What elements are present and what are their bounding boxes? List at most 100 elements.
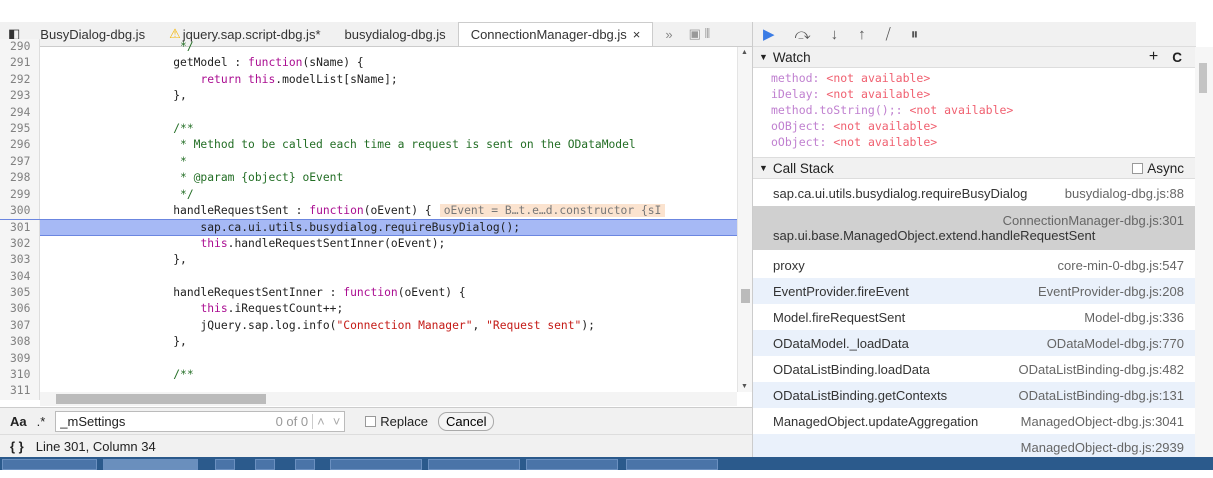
line-number[interactable]: 307 <box>0 317 40 335</box>
next-match-button[interactable]: ˅ <box>329 414 345 429</box>
call-frame[interactable]: sap.ui.base.ManagedObject.extend.handleR… <box>753 206 1196 250</box>
call-stack-header[interactable]: ▼ Call Stack Async <box>753 157 1196 179</box>
execution-line[interactable]: 301 sap.ca.ui.utils.busydialog.requireBu… <box>0 219 737 237</box>
code-line[interactable]: 306 this.iRequestCount++; <box>0 301 737 318</box>
line-number[interactable]: 309 <box>0 350 40 367</box>
frame-location[interactable]: ODataModel-dbg.js:770 <box>1047 336 1184 351</box>
call-frame[interactable]: sap.ca.ui.utils.busydialog.requireBusyDi… <box>753 180 1196 206</box>
cancel-button[interactable]: Cancel <box>438 411 495 431</box>
line-number[interactable]: 291 <box>0 55 40 72</box>
line-number[interactable]: 293 <box>0 88 40 105</box>
step-out-icon[interactable]: ↑ <box>858 26 866 43</box>
line-number[interactable]: 296 <box>0 137 40 154</box>
editor-vertical-scrollbar[interactable]: ▲ ▼ <box>737 47 752 392</box>
regex-toggle[interactable]: .* <box>37 414 46 429</box>
code-line[interactable]: 296 * Method to be called each time a re… <box>0 137 737 154</box>
call-frame[interactable]: Model.fireRequestSent Model-dbg.js:336 <box>753 304 1196 330</box>
pause-on-exceptions-icon[interactable]: ⏸ <box>911 26 919 43</box>
code-line[interactable]: 303 }, <box>0 252 737 269</box>
search-input[interactable]: _mSettings <box>60 414 275 429</box>
frame-location[interactable]: busydialog-dbg.js:88 <box>1065 186 1184 201</box>
code-line[interactable]: 302 this.handleRequestSentInner(oEvent); <box>0 235 737 253</box>
line-number[interactable]: 302 <box>0 235 40 253</box>
match-case-toggle[interactable]: Aa <box>10 414 27 429</box>
sidebar-scrollbar[interactable] <box>1195 47 1213 457</box>
frame-location[interactable]: core-min-0-dbg.js:547 <box>1058 258 1184 273</box>
call-frame[interactable]: ODataListBinding.loadData ODataListBindin… <box>753 356 1196 382</box>
code-line[interactable]: 298 * @param {object} oEvent <box>0 170 737 187</box>
code-text: return this.modelList[sName]; <box>40 73 397 86</box>
code-line[interactable]: 299 */ <box>0 186 737 203</box>
replace-checkbox[interactable]: Replace <box>365 414 428 429</box>
watch-expression[interactable]: oOBject: <not available> <box>771 118 937 134</box>
line-number[interactable]: 294 <box>0 104 40 121</box>
watch-name: method.toString(); <box>771 103 896 117</box>
line-number[interactable]: 304 <box>0 268 40 285</box>
search-field[interactable]: _mSettings 0 of 0 ˄ ˅ <box>55 410 346 432</box>
resume-icon[interactable]: ▶ <box>763 25 775 43</box>
previous-match-button[interactable]: ˄ <box>312 413 329 429</box>
code-line[interactable]: 292 return this.modelList[sName]; <box>0 71 737 89</box>
code-line[interactable]: 295 /** <box>0 121 737 138</box>
code-line[interactable]: 297 * <box>0 153 737 171</box>
code-token: getModel : <box>44 56 249 70</box>
code-editor[interactable]: 290 */291 getModel : function(sName) {29… <box>0 39 752 400</box>
code-line[interactable]: 291 getModel : function(sName) { <box>0 55 737 72</box>
watch-expression[interactable]: oObject: <not available> <box>771 134 937 150</box>
watch-expression[interactable]: iDelay: <not available> <box>771 86 930 102</box>
code-line[interactable]: 293 }, <box>0 88 737 105</box>
frame-location[interactable]: EventProvider-dbg.js:208 <box>1038 284 1184 299</box>
async-checkbox[interactable]: Async <box>1132 161 1184 176</box>
frame-function: ManagedObject.updateAggregation <box>773 413 979 429</box>
code-line[interactable]: 308 }, <box>0 334 737 351</box>
watch-expression[interactable]: method.toString();: <not available> <box>771 102 1013 118</box>
watch-expression[interactable]: method: <not available> <box>771 70 930 86</box>
refresh-icon[interactable]: C <box>1172 50 1182 65</box>
line-number[interactable]: 303 <box>0 252 40 269</box>
code-line[interactable]: 294 <box>0 104 737 121</box>
call-frame[interactable]: ManagedObject.updateAggregation ManagedOb… <box>753 408 1196 434</box>
add-watch-icon[interactable]: + <box>1149 48 1158 66</box>
code-line[interactable]: 307 jQuery.sap.log.info("Connection Mana… <box>0 317 737 335</box>
call-frame[interactable]: ODataListBinding.getContexts ODataListBin… <box>753 382 1196 408</box>
step-over-icon[interactable]: ⤼ <box>795 26 811 43</box>
frame-location[interactable]: ManagedObject-dbg.js:2939 <box>1021 440 1184 455</box>
line-number[interactable]: 295 <box>0 121 40 138</box>
line-number[interactable]: 308 <box>0 334 40 351</box>
code-line[interactable]: 290 */ <box>0 39 737 56</box>
frame-location[interactable]: ODataListBinding-dbg.js:482 <box>1019 362 1185 377</box>
deactivate-breakpoints-icon[interactable]: ⧸ <box>886 26 891 43</box>
frame-location[interactable]: ManagedObject-dbg.js:3041 <box>1021 414 1184 429</box>
step-into-icon[interactable]: ↓ <box>831 26 839 43</box>
line-number[interactable]: 290 <box>0 39 40 56</box>
code-line[interactable]: 305 handleRequestSentInner : function(oE… <box>0 285 737 302</box>
line-number[interactable]: 300 <box>0 203 40 220</box>
code-line[interactable]: 310 /** <box>0 367 737 384</box>
code-line[interactable]: 309 <box>0 350 737 367</box>
call-frame[interactable]: EventProvider.fireEvent EventProvider-dbg… <box>753 278 1196 304</box>
frame-location[interactable]: Model-dbg.js:336 <box>1084 310 1184 325</box>
line-number[interactable]: 306 <box>0 301 40 318</box>
line-number[interactable]: 310 <box>0 367 40 384</box>
line-number[interactable]: 298 <box>0 170 40 187</box>
call-frame[interactable]: ODataModel._loadData ODataModel-dbg.js:77… <box>753 330 1196 356</box>
editor-horizontal-scrollbar[interactable] <box>40 392 737 406</box>
line-number[interactable]: 311 <box>0 383 40 400</box>
line-number[interactable]: 301 <box>0 220 40 237</box>
line-number[interactable]: 299 <box>0 186 40 203</box>
watch-header[interactable]: ▼ Watch + C <box>753 46 1196 68</box>
line-number[interactable]: 297 <box>0 153 40 171</box>
frame-location[interactable]: ODataListBinding-dbg.js:131 <box>1019 388 1185 403</box>
pretty-print-button[interactable]: { } <box>10 439 24 454</box>
frame-location[interactable]: ConnectionManager-dbg.js:301 <box>773 213 1184 228</box>
line-number[interactable]: 292 <box>0 71 40 89</box>
code-line[interactable]: 304 <box>0 268 737 285</box>
line-number[interactable]: 305 <box>0 285 40 302</box>
frame-function: EventProvider.fireEvent <box>773 283 909 299</box>
call-frame[interactable]: proxy core-min-0-dbg.js:547 <box>753 252 1196 278</box>
code-line[interactable]: 300 handleRequestSent : function(oEvent)… <box>0 203 737 220</box>
